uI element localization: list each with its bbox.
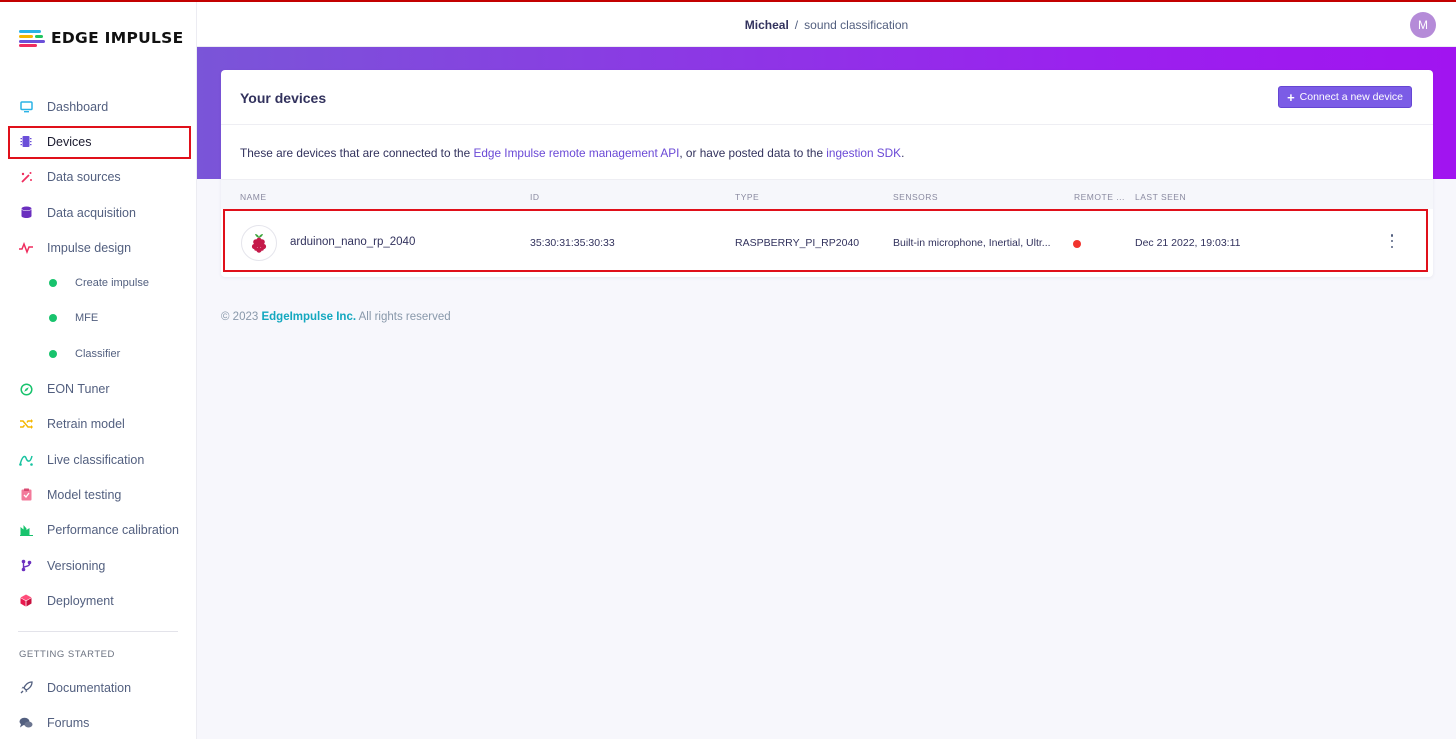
plus-icon: +	[1287, 89, 1295, 105]
pulse-icon	[19, 241, 33, 255]
sidebar-item-eon-tuner[interactable]: EON Tuner	[0, 371, 197, 406]
sidebar-item-documentation[interactable]: Documentation	[0, 670, 197, 705]
card-title: Your devices	[240, 90, 327, 106]
sidebar-item-label: Data acquisition	[47, 205, 136, 220]
connect-button-label: Connect a new device	[1299, 91, 1403, 103]
breadcrumb: Micheal / sound classification	[197, 18, 1456, 32]
sidebar-item-mfe[interactable]: MFE	[0, 301, 197, 336]
sidebar-item-live-classification[interactable]: Live classification	[0, 442, 197, 477]
sidebar-item-label: Classifier	[75, 347, 121, 360]
sidebar-item-label: EON Tuner	[47, 382, 110, 397]
wand-icon	[19, 170, 33, 184]
sidebar-item-label: Impulse design	[47, 240, 132, 255]
status-dot-icon	[49, 279, 57, 288]
sidebar-item-label: Documentation	[47, 680, 132, 695]
footer-rights: All rights reserved	[358, 311, 451, 323]
sidebar-item-label: Forums	[47, 715, 90, 730]
brand-logo[interactable]: EDGE IMPULSE	[19, 27, 184, 49]
chat-icon	[19, 716, 33, 730]
connect-new-device-button[interactable]: + Connect a new device	[1278, 86, 1412, 108]
monitor-icon	[19, 100, 33, 114]
sidebar-nav: Dashboard Devices Data sources Data acqu…	[0, 89, 197, 618]
sidebar-item-versioning[interactable]: Versioning	[0, 548, 197, 583]
sidebar-item-create-impulse[interactable]: Create impulse	[0, 265, 197, 300]
sidebar-item-classifier[interactable]: Classifier	[0, 336, 197, 371]
sidebar-item-label: Data sources	[47, 170, 121, 185]
sidebar-item-label: Live classification	[47, 452, 145, 467]
column-header-sensors[interactable]: SENSORS	[893, 192, 938, 202]
status-dot-icon	[49, 349, 57, 358]
annotation-highlight-device-row	[223, 209, 1428, 272]
screen-top-border	[0, 0, 1456, 2]
sidebar-item-label: Dashboard	[47, 99, 109, 114]
sidebar-item-forums[interactable]: Forums	[0, 705, 197, 739]
sidebar-item-deployment[interactable]: Deployment	[0, 583, 197, 618]
description-text: .	[901, 146, 905, 160]
table-header: NAME ID TYPE SENSORS REMOTE ... LAST SEE…	[221, 179, 1433, 209]
card-description: These are devices that are connected to …	[240, 146, 904, 160]
column-header-id[interactable]: ID	[530, 192, 540, 202]
rocket-icon	[19, 681, 33, 695]
status-dot-icon	[49, 314, 57, 323]
shuffle-icon	[19, 417, 33, 431]
edge-impulse-logo-icon	[19, 29, 45, 47]
description-text: , or have posted data to the	[679, 146, 827, 160]
footer-company-link[interactable]: EdgeImpulse Inc.	[261, 311, 356, 323]
description-text: These are devices that are connected to …	[240, 146, 474, 160]
column-header-last-seen[interactable]: LAST SEEN	[1135, 192, 1186, 202]
getting-started-nav: Documentation Forums	[0, 670, 197, 739]
sidebar-item-data-acquisition[interactable]: Data acquisition	[0, 195, 197, 230]
ingestion-sdk-link[interactable]: ingestion SDK	[826, 146, 901, 160]
database-icon	[19, 206, 33, 220]
branch-icon	[19, 559, 33, 573]
compass-icon	[19, 382, 33, 396]
breadcrumb-user[interactable]: Micheal	[745, 18, 789, 32]
graph-icon	[19, 453, 33, 467]
sidebar-divider	[18, 631, 178, 632]
clipboard-icon	[19, 488, 33, 502]
top-bar: Micheal / sound classification M	[197, 2, 1456, 47]
bar-chart-icon	[19, 523, 33, 537]
breadcrumb-project[interactable]: sound classification	[804, 18, 908, 32]
sidebar-item-retrain-model[interactable]: Retrain model	[0, 407, 197, 442]
sidebar-item-label: Retrain model	[47, 417, 125, 432]
sidebar: EDGE IMPULSE Dashboard Devices Data sour…	[0, 2, 197, 739]
sidebar-item-label: Model testing	[47, 487, 122, 502]
column-header-type[interactable]: TYPE	[735, 192, 759, 202]
column-header-name[interactable]: NAME	[240, 192, 267, 202]
avatar[interactable]: M	[1410, 12, 1436, 38]
sidebar-item-label: Create impulse	[75, 277, 149, 290]
breadcrumb-separator: /	[794, 18, 799, 32]
remote-management-api-link[interactable]: Edge Impulse remote management API	[473, 146, 679, 160]
footer-copyright: © 2023	[221, 311, 259, 323]
sidebar-item-label: MFE	[75, 312, 99, 325]
sidebar-item-dashboard[interactable]: Dashboard	[0, 89, 197, 124]
sidebar-item-label: Versioning	[47, 558, 106, 573]
sidebar-item-label: Performance calibration	[47, 523, 180, 538]
cube-icon	[19, 594, 33, 608]
column-header-remote[interactable]: REMOTE ...	[1074, 192, 1125, 202]
sidebar-item-data-sources[interactable]: Data sources	[0, 160, 197, 195]
sidebar-item-model-testing[interactable]: Model testing	[0, 477, 197, 512]
annotation-highlight-devices	[8, 126, 191, 159]
card-divider	[221, 124, 1433, 125]
sidebar-item-label: Deployment	[47, 593, 114, 608]
sidebar-item-performance-calibration[interactable]: Performance calibration	[0, 513, 197, 548]
footer: © 2023 EdgeImpulse Inc. All rights reser…	[221, 311, 451, 323]
sidebar-item-impulse-design[interactable]: Impulse design	[0, 230, 197, 265]
getting-started-heading: GETTING STARTED	[19, 649, 115, 660]
brand-name: EDGE IMPULSE	[51, 29, 184, 47]
